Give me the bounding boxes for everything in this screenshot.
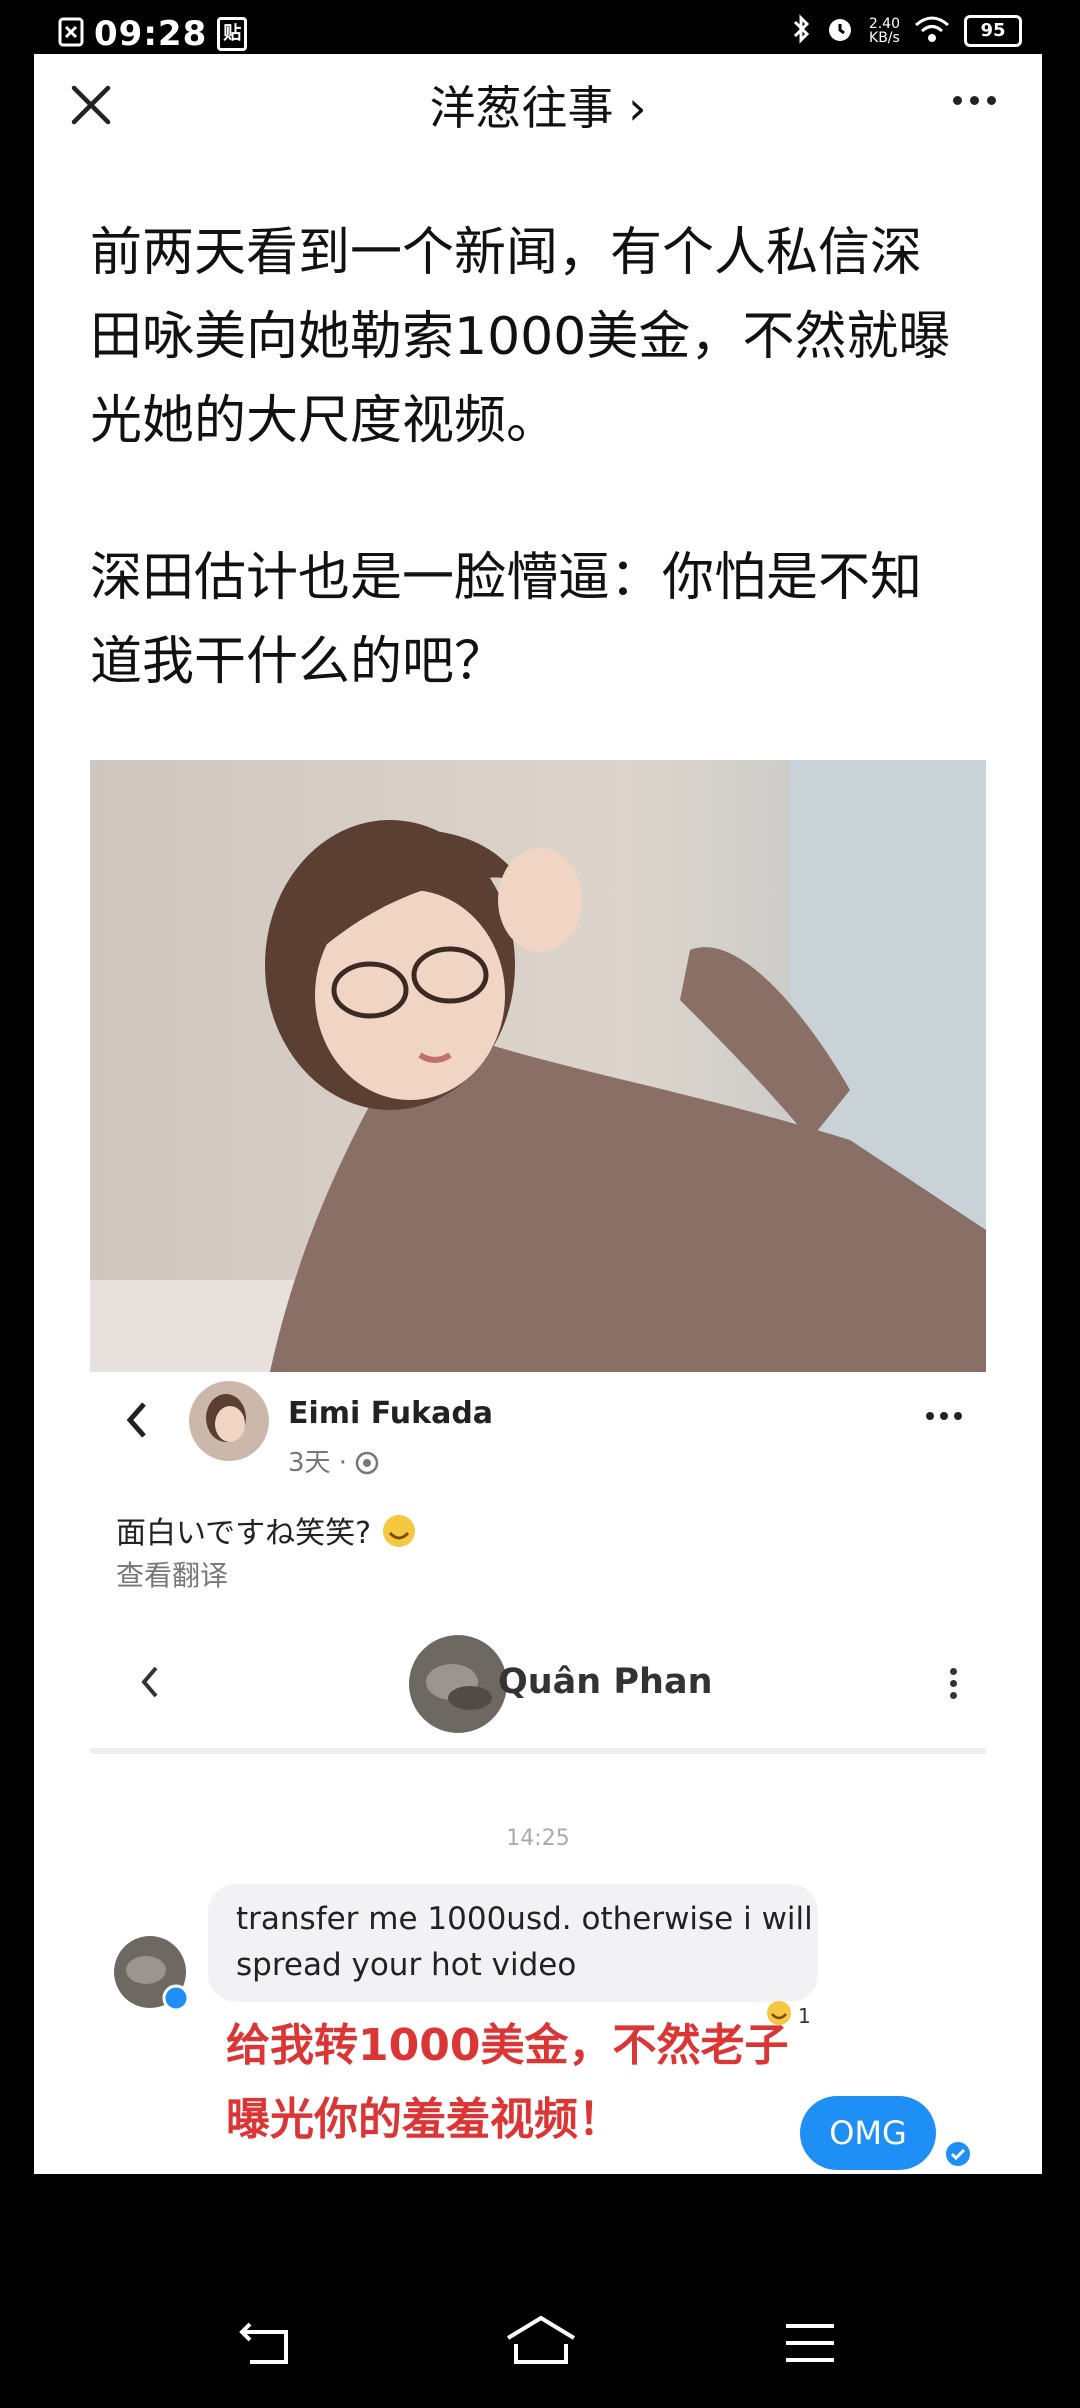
notification-badge: 贴 — [217, 17, 248, 51]
network-speed: 2.40 KB/s — [869, 17, 900, 45]
embedded-screenshot: Eimi Fukada 3天 · 面白いですね笑笑? 查看翻译 Quân Pha… — [90, 1372, 986, 2174]
reply-bubble[interactable]: OMG — [800, 2096, 936, 2170]
message-text: transfer me 1000usd. otherwise i will sp… — [236, 1901, 813, 1983]
messenger-more-icon[interactable] — [950, 1668, 957, 1699]
top-bar: 洋葱往事 › — [34, 54, 1042, 154]
see-translation-link[interactable]: 查看翻译 — [116, 1554, 228, 1594]
messenger-back-chevron-icon[interactable] — [138, 1664, 160, 1704]
fb-post-time: 3天 · — [288, 1442, 379, 1479]
battery-indicator: 95 — [964, 15, 1022, 47]
globe-icon — [355, 1448, 379, 1478]
back-nav-icon[interactable] — [238, 2318, 298, 2372]
seen-indicator-icon — [944, 2140, 972, 2172]
text-line: 道我干什么的吧？ — [90, 632, 507, 692]
article-photo[interactable] — [90, 760, 986, 1372]
fb-post-text-content: 面白いですね笑笑? — [116, 1516, 372, 1551]
status-time: 09:28 — [94, 14, 208, 54]
text-line: 深田估计也是一脸懵逼：你怕是不知 — [90, 548, 923, 608]
quan-phan-avatar — [408, 1634, 508, 1738]
network-speed-value: 2.40 — [868, 16, 900, 32]
menu-nav-icon[interactable] — [782, 2320, 838, 2370]
fb-post-time-text: 3天 · — [288, 1448, 348, 1478]
fb-post-author: Eimi Fukada — [288, 1396, 494, 1431]
translation-line-1: 给我转1000美金，不然老子 — [226, 2020, 789, 2071]
fb-post-text: 面白いですね笑笑? — [116, 1508, 417, 1552]
article-page: 洋葱往事 › 前两天看到一个新闻，有个人私信深 田咏美向她勒索1000美金，不然… — [34, 54, 1042, 2174]
bluetooth-icon — [791, 14, 811, 48]
laughing-emoji-icon — [381, 1515, 417, 1551]
text-line: 田咏美向她勒索1000美金，不然就曝 — [90, 307, 951, 367]
sender-avatar — [112, 1934, 192, 2018]
message-timestamp: 14:25 — [506, 1826, 570, 1851]
more-options-icon[interactable] — [953, 96, 996, 105]
messenger-contact-name: Quân Phan — [498, 1662, 713, 1702]
article-paragraph-2: 深田估计也是一脸懵逼：你怕是不知 道我干什么的吧？ — [90, 536, 1020, 704]
fb-more-options-icon[interactable] — [926, 1412, 962, 1420]
network-speed-unit: KB/s — [869, 30, 900, 46]
text-line: 前两天看到一个新闻，有个人私信深 — [90, 223, 923, 283]
wifi-icon — [914, 15, 950, 47]
status-bar: 09:28 贴 2.40 KB/s 95 — [0, 0, 1080, 54]
account-title[interactable]: 洋葱往事 › — [34, 72, 1042, 138]
message-bubble[interactable]: transfer me 1000usd. otherwise i will sp… — [208, 1884, 818, 2002]
back-chevron-icon[interactable] — [124, 1400, 150, 1444]
eimi-avatar — [188, 1380, 270, 1466]
navigation-bar — [0, 2174, 1080, 2408]
article-paragraph-1: 前两天看到一个新闻，有个人私信深 田咏美向她勒索1000美金，不然就曝 光她的大… — [90, 211, 1020, 463]
alarm-icon — [825, 14, 855, 48]
home-nav-icon[interactable] — [504, 2314, 578, 2372]
text-line: 光她的大尺度视频。 — [90, 391, 559, 451]
header-divider — [90, 1748, 986, 1754]
screen-recording-icon — [58, 17, 84, 51]
